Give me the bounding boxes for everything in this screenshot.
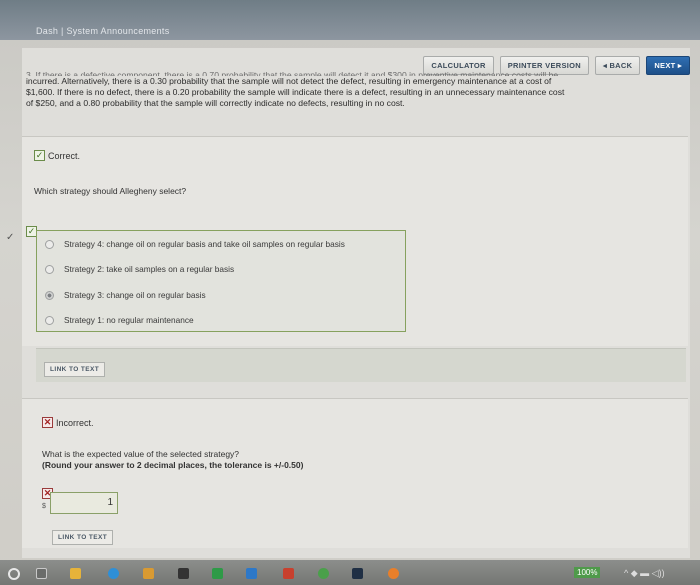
part1-status-label: Correct. [48,150,81,161]
edge-icon[interactable] [108,568,119,579]
x-icon: ✕ [42,417,53,428]
radio-button[interactable] [45,264,54,274]
part2-card [22,398,688,548]
file-explorer-icon[interactable] [70,568,81,579]
problem-line: of $250, and a 0.80 probability that the… [26,98,405,108]
app-icon[interactable] [352,568,363,579]
check-icon: ✓ [34,150,45,161]
link-to-text-button[interactable]: LINK TO TEXT [52,530,114,545]
option-strategy-2[interactable]: Strategy 2: take oil samples on a regula… [45,264,234,274]
option-strategy-4[interactable]: Strategy 4: change oil on regular basis … [45,239,345,249]
l-app-icon[interactable] [212,568,223,579]
option-label: Strategy 3: change oil on regular basis [64,290,206,300]
option-strategy-3[interactable]: Strategy 3: change oil on regular basis [45,290,206,300]
store-icon[interactable] [178,568,189,579]
breadcrumb[interactable]: Dash | System Announcements [36,26,170,36]
part2-question: What is the expected value of the select… [42,449,240,459]
top-nav-strip: Dash | System Announcements [0,0,700,40]
option-label: Strategy 1: no regular maintenance [64,315,194,325]
expected-value-input[interactable]: 1 [50,492,118,514]
task-view-icon[interactable] [36,568,47,579]
search-icon[interactable] [8,568,20,580]
option-label: Strategy 2: take oil samples on a regula… [64,264,235,274]
option-label: Strategy 4: change oil on regular basis … [64,239,345,249]
option-strategy-1[interactable]: Strategy 1: no regular maintenance [45,315,194,325]
part2-status: ✕ Incorrect. [42,417,94,428]
radio-button[interactable] [45,239,54,249]
browser-window: Dash | System Announcements CALCULATOR P… [0,0,700,585]
problem-line: $1,600. If there is no defect, there is … [26,87,565,97]
radio-button[interactable] [45,315,54,325]
margin-mark: ✓ [6,232,15,243]
part2-instruction: (Round your answer to 2 decimal places, … [42,460,304,470]
tray-icons[interactable]: ^ ◆ ▬ ◁)) [624,568,665,579]
office-icon[interactable] [283,568,294,579]
part1-footer [36,348,686,382]
radio-button-selected[interactable] [45,290,54,300]
part1-question: Which strategy should Allegheny select? [34,186,187,196]
problem-statement: 3. If there is a defective component, th… [26,70,676,109]
problem-line: incurred. Alternatively, there is a 0.30… [26,76,552,86]
chrome-icon[interactable] [318,568,329,579]
app-icon[interactable] [143,568,154,579]
zoom-level: 100% [574,567,601,578]
input-value: 1 [107,497,113,508]
strategy-options: Strategy 4: change oil on regular basis … [36,230,406,332]
firefox-icon[interactable] [388,568,399,579]
currency-symbol: $ [42,503,46,510]
app-icon[interactable] [246,568,257,579]
part1-status: ✓ Correct. [34,150,80,161]
part2-status-label: Incorrect. [56,417,94,428]
link-to-text-button[interactable]: LINK TO TEXT [44,362,106,377]
